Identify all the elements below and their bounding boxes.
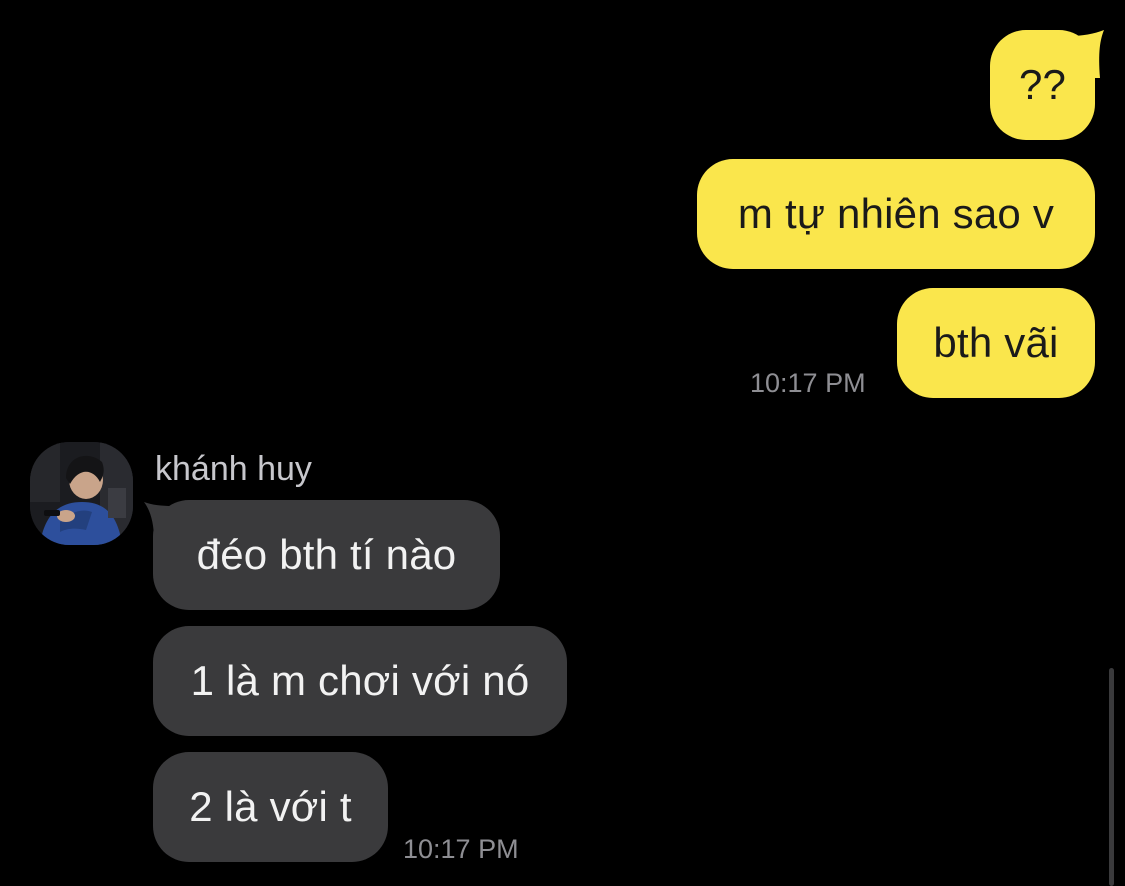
sender-avatar[interactable] [30, 442, 133, 545]
incoming-message-bubble[interactable]: đéo bth tí nào [153, 500, 500, 610]
sender-name: khánh huy [155, 450, 312, 488]
user-photo-avatar-icon [30, 442, 133, 545]
outgoing-timestamp: 10:17 PM [750, 368, 866, 398]
incoming-timestamp: 10:17 PM [403, 834, 519, 864]
incoming-message-bubble[interactable]: 1 là m chơi với nó [153, 626, 567, 736]
outgoing-message-bubble[interactable]: bth vãi [897, 288, 1095, 398]
outgoing-message-bubble[interactable]: m tự nhiên sao v [697, 159, 1095, 269]
outgoing-message-bubble[interactable]: ?? [990, 30, 1095, 140]
scrollbar[interactable] [1109, 668, 1114, 886]
incoming-message-bubble[interactable]: 2 là với t [153, 752, 388, 862]
